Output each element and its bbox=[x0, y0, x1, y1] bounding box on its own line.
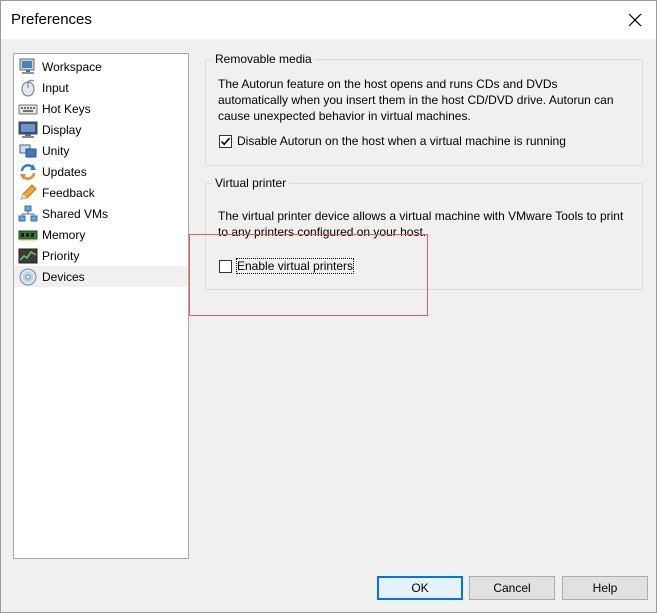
sidebar-item-display[interactable]: Display bbox=[14, 119, 188, 140]
removable-media-description: The Autorun feature on the host opens an… bbox=[218, 77, 614, 123]
sidebar-item-unity[interactable]: Unity bbox=[14, 140, 188, 161]
sidebar-item-shared-vms[interactable]: Shared VMs bbox=[14, 203, 188, 224]
sidebar-item-feedback[interactable]: Feedback bbox=[14, 182, 188, 203]
sidebar-item-label: Unity bbox=[42, 143, 70, 158]
mouse-icon bbox=[18, 79, 38, 97]
sidebar-item-label: Priority bbox=[42, 248, 80, 263]
sidebar-item-workspace[interactable]: Workspace bbox=[14, 56, 188, 77]
feedback-icon bbox=[18, 183, 38, 202]
sidebar-item-label: Workspace bbox=[42, 59, 102, 74]
sidebar-item-memory[interactable]: Memory bbox=[14, 224, 188, 245]
sidebar-item-label: Hot Keys bbox=[42, 101, 91, 116]
preferences-sidebar: Workspace Input Hot Keys Display Unity U… bbox=[13, 53, 189, 559]
title-bar: Preferences bbox=[1, 1, 656, 39]
disable-autorun-checkbox[interactable] bbox=[219, 134, 232, 148]
workspace-icon bbox=[18, 58, 38, 76]
sidebar-item-hot-keys[interactable]: Hot Keys bbox=[14, 98, 188, 119]
sidebar-item-label: Memory bbox=[42, 227, 86, 242]
priority-icon bbox=[18, 247, 38, 265]
virtual-printer-group: Virtual printer The virtual printer devi… bbox=[205, 176, 643, 290]
memory-icon bbox=[18, 226, 38, 244]
sidebar-item-label: Updates bbox=[42, 164, 87, 179]
enable-virtual-printers-checkbox[interactable] bbox=[219, 259, 232, 273]
virtual-printer-description: The virtual printer device allows a virt… bbox=[218, 209, 624, 239]
sidebar-item-label: Display bbox=[42, 122, 82, 137]
sidebar-item-label: Devices bbox=[42, 269, 85, 284]
enable-virtual-printers-option[interactable]: Enable virtual printers bbox=[219, 258, 355, 274]
cd-icon bbox=[18, 268, 38, 286]
help-button[interactable]: Help bbox=[562, 576, 648, 600]
sidebar-item-label: Input bbox=[42, 80, 69, 95]
sidebar-item-label: Feedback bbox=[42, 185, 95, 200]
enable-virtual-printers-label: Enable virtual printers bbox=[235, 258, 355, 274]
checkmark-icon bbox=[220, 137, 231, 145]
sidebar-item-updates[interactable]: Updates bbox=[14, 161, 188, 182]
network-icon bbox=[18, 205, 38, 223]
preferences-nav-list: Workspace Input Hot Keys Display Unity U… bbox=[14, 54, 188, 287]
close-button[interactable] bbox=[620, 6, 650, 34]
disable-autorun-label: Disable Autorun on the host when a virtu… bbox=[237, 134, 566, 148]
keyboard-icon bbox=[18, 100, 38, 118]
virtual-printer-title: Virtual printer bbox=[212, 176, 290, 190]
removable-media-group: Removable media The Autorun feature on t… bbox=[205, 52, 643, 166]
monitor-icon bbox=[18, 121, 38, 139]
sidebar-item-devices[interactable]: Devices bbox=[14, 266, 188, 287]
ok-button[interactable]: OK bbox=[377, 576, 463, 600]
sidebar-item-input[interactable]: Input bbox=[14, 77, 188, 98]
removable-media-title: Removable media bbox=[212, 52, 315, 66]
unity-icon bbox=[18, 142, 38, 160]
cancel-button[interactable]: Cancel bbox=[469, 576, 555, 600]
sidebar-item-label: Shared VMs bbox=[42, 206, 109, 221]
close-icon bbox=[628, 13, 642, 27]
sidebar-item-priority[interactable]: Priority bbox=[14, 245, 188, 266]
preferences-window: Preferences Workspace Input Hot Keys Dis… bbox=[0, 0, 657, 613]
updates-icon bbox=[18, 163, 38, 181]
window-title: Preferences bbox=[11, 11, 92, 28]
disable-autorun-option[interactable]: Disable Autorun on the host when a virtu… bbox=[219, 134, 566, 148]
